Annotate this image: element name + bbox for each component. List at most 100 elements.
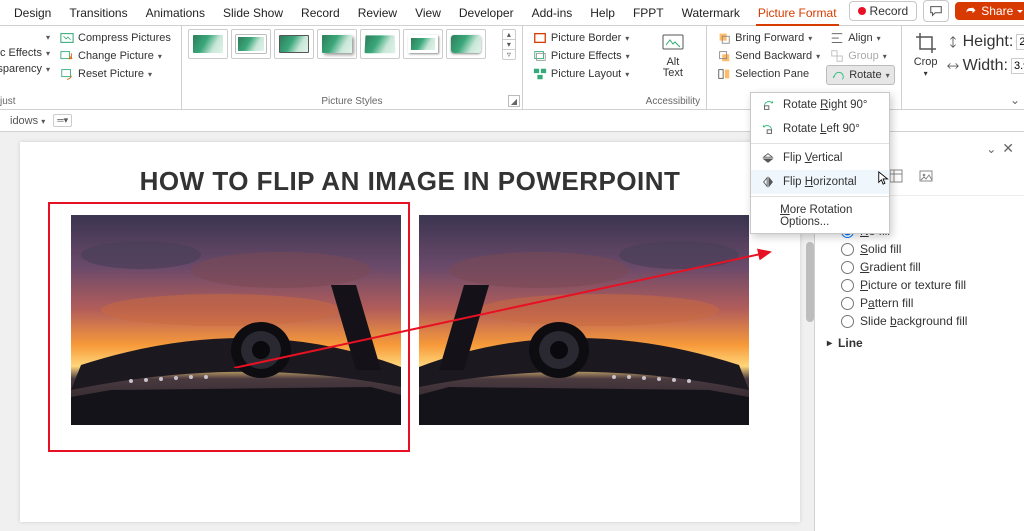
effects-icon	[533, 49, 547, 63]
corrections-split[interactable]: ▾	[35, 29, 54, 45]
rotate-left-icon	[761, 122, 775, 136]
change-picture-icon	[60, 49, 74, 63]
slide-image-left[interactable]	[71, 215, 401, 425]
picture-effects-button[interactable]: Picture Effects▾	[529, 47, 634, 65]
cursor-icon	[877, 171, 891, 185]
rotate-left-90[interactable]: Rotate Left 90°	[751, 117, 889, 141]
style-thumb[interactable]	[446, 29, 486, 59]
send-backward-button[interactable]: Send Backward▾	[713, 47, 824, 65]
share-button[interactable]: Share	[955, 2, 1024, 20]
height-field[interactable]: Height: ▴▾	[946, 33, 1024, 51]
group-button: Group▾	[826, 47, 894, 65]
width-icon	[946, 59, 960, 73]
border-icon	[533, 31, 547, 45]
align-icon	[830, 31, 844, 45]
fill-picture[interactable]: Picture or texture fill	[841, 278, 1012, 292]
tab-watermark[interactable]: Watermark	[674, 2, 748, 25]
tab-review[interactable]: Review	[350, 2, 405, 25]
group-label-adjust: just	[0, 94, 175, 107]
tab-record[interactable]: Record	[293, 2, 348, 25]
style-thumb[interactable]	[274, 29, 314, 59]
width-label: Width:	[963, 57, 1008, 75]
tab-animations[interactable]: Animations	[138, 2, 213, 25]
align-button[interactable]: Align▾	[826, 29, 894, 47]
picture-style-gallery[interactable]	[188, 29, 498, 60]
collapse-ribbon-button[interactable]: ⌄	[1010, 93, 1020, 107]
qat-overflow[interactable]: ═▾	[53, 114, 72, 127]
change-picture-button[interactable]: Change Picture▾	[56, 47, 175, 65]
flip-horizontal-icon	[761, 175, 775, 189]
airplane-sunset-image	[71, 215, 401, 425]
tab-help[interactable]: Help	[582, 2, 623, 25]
flip-vertical[interactable]: Flip Vertical	[751, 146, 889, 170]
send-backward-icon	[717, 49, 731, 63]
tab-view[interactable]: View	[407, 2, 449, 25]
style-thumb[interactable]	[360, 29, 400, 59]
comment-icon	[929, 4, 943, 18]
scrollbar-thumb[interactable]	[806, 242, 814, 322]
width-input[interactable]	[1011, 58, 1024, 74]
transparency-split[interactable]: sparency▾	[0, 61, 54, 77]
group-label-accessibility: Accessibility	[646, 94, 700, 107]
height-label: Height:	[963, 33, 1014, 51]
tab-transitions[interactable]: Transitions	[61, 2, 135, 25]
reset-picture-button[interactable]: Reset Picture▾	[56, 65, 175, 83]
layout-icon	[533, 67, 547, 81]
slide-image-right[interactable]	[419, 215, 749, 425]
style-gallery-scroll[interactable]: ▴ ▾ ▿	[502, 29, 516, 60]
group-label-styles: Picture Styles	[188, 94, 516, 107]
windows-menu[interactable]: idows ▾	[6, 113, 49, 129]
picture-border-button[interactable]: Picture Border▾	[529, 29, 634, 47]
selection-pane-button[interactable]: Selection Pane	[713, 65, 824, 83]
pane-options-button[interactable]: ⌄	[986, 142, 996, 156]
compress-pictures-button[interactable]: Compress Pictures	[56, 29, 175, 47]
artistic-effects-split[interactable]: tic Effects▾	[0, 45, 54, 61]
styles-dialog-launcher[interactable]: ◢	[508, 95, 520, 107]
fill-gradient[interactable]: Gradient fill	[841, 260, 1012, 274]
style-thumb[interactable]	[317, 29, 357, 59]
tab-fppt[interactable]: FPPT	[625, 2, 672, 25]
slide-canvas[interactable]: HOW TO FLIP AN IMAGE IN POWERPOINT	[20, 142, 800, 522]
style-thumb[interactable]	[403, 29, 443, 59]
style-thumb[interactable]	[188, 29, 228, 59]
record-dot-icon	[858, 7, 866, 15]
picture-props-icon	[918, 168, 934, 184]
share-icon	[965, 5, 977, 17]
tab-developer[interactable]: Developer	[451, 2, 522, 25]
more-rotation-options[interactable]: More Rotation Options...	[751, 199, 889, 233]
tab-slideshow[interactable]: Slide Show	[215, 2, 291, 25]
gallery-more-icon[interactable]: ▿	[503, 49, 515, 59]
group-icon	[830, 49, 844, 63]
bring-forward-icon	[717, 31, 731, 45]
height-icon	[946, 35, 960, 49]
pane-tab-picture[interactable]	[915, 165, 937, 187]
bring-forward-button[interactable]: Bring Forward▾	[713, 29, 824, 47]
rotate-right-90[interactable]: Rotate Right 90°	[751, 93, 889, 117]
crop-button[interactable]: Crop▾	[908, 29, 944, 80]
fill-pattern[interactable]: Pattern fill	[841, 296, 1012, 310]
group-accessibility: AltText Accessibility	[640, 26, 707, 109]
record-button[interactable]: Record	[849, 1, 918, 21]
reset-picture-icon	[60, 67, 74, 81]
fill-solid[interactable]: Solid fill	[841, 242, 1012, 256]
line-section-header[interactable]: ▸Line	[827, 336, 1012, 350]
style-thumb[interactable]	[231, 29, 271, 59]
tab-addins[interactable]: Add-ins	[524, 2, 581, 25]
crop-icon	[914, 31, 938, 55]
gallery-down-icon[interactable]: ▾	[503, 39, 515, 49]
slide-title: HOW TO FLIP AN IMAGE IN POWERPOINT	[20, 166, 800, 197]
picture-layout-button[interactable]: Picture Layout▾	[529, 65, 634, 83]
gallery-up-icon[interactable]: ▴	[503, 30, 515, 39]
tab-design[interactable]: Design	[6, 2, 59, 25]
airplane-sunset-image-flipped	[419, 215, 749, 425]
rotate-button[interactable]: Rotate▾	[826, 65, 894, 85]
flip-horizontal[interactable]: Flip Horizontal	[751, 170, 889, 194]
height-input[interactable]	[1016, 34, 1024, 50]
tab-picture-format[interactable]: Picture Format	[750, 2, 845, 25]
alt-text-button[interactable]: AltText	[646, 29, 700, 81]
pane-close-button[interactable]: ✕	[1002, 140, 1014, 157]
comments-button[interactable]	[923, 0, 949, 22]
width-field[interactable]: Width: ▴▾	[946, 57, 1024, 75]
group-size: Crop▾ Height: ▴▾ Width: ▴▾ ◢	[902, 26, 1024, 109]
fill-slidebg[interactable]: Slide background fill	[841, 314, 1012, 328]
